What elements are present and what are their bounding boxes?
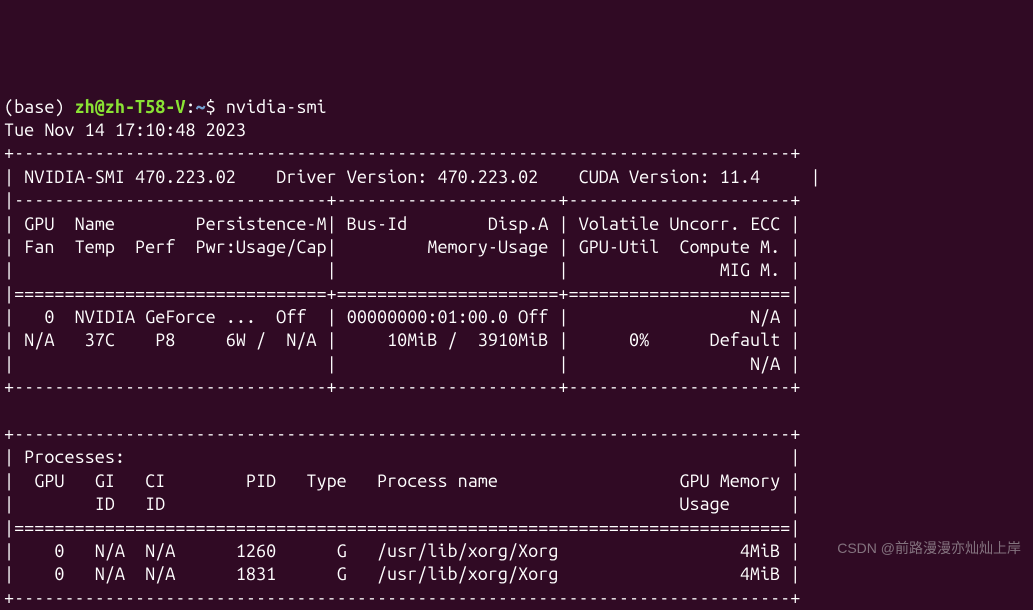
col-blank2: [337, 260, 559, 280]
gpu-memory: 10MiB / 3910MiB: [337, 330, 559, 350]
smi-version: NVIDIA-SMI 470.223.02: [24, 167, 236, 187]
gpu-row1: | 0 NVIDIA GeForce ... Off | 00000000:01…: [4, 307, 800, 327]
col-header-row1: | GPU Name Persistence-M| Bus-Id Disp.A …: [4, 214, 800, 234]
border-mid: |-------------------------------+-------…: [4, 190, 800, 210]
col-header-row3: | | | MIG M. |: [4, 260, 800, 280]
proc-header2: ID ID Usage: [14, 494, 790, 514]
gpu-blank1: [14, 354, 326, 374]
proc1: 0 N/A N/A 1260 G /usr/lib/xorg/Xorg 4MiB: [14, 541, 790, 561]
timestamp-line: Tue Nov 14 17:10:48 2023: [4, 120, 246, 140]
proc-header-row1: | GPU GI CI PID Type Process name GPU Me…: [4, 471, 800, 491]
gpu-id-name: 0 NVIDIA GeForce ... Off: [14, 307, 326, 327]
gpu-mig: N/A: [569, 354, 791, 374]
gpu-ecc: N/A: [569, 307, 791, 327]
gpu-row3: | | | N/A |: [4, 354, 800, 374]
driver-version: Driver Version: 470.223.02: [276, 167, 538, 187]
col-header-row2: | Fan Temp Perf Pwr:Usage/Cap| Memory-Us…: [4, 237, 800, 257]
col-gpu-name: GPU Name Persistence-M: [14, 214, 326, 234]
user-host: zh@zh-T58-V: [75, 97, 186, 117]
col-blank1: [14, 260, 326, 280]
header-row: | NVIDIA-SMI 470.223.02 Driver Version: …: [4, 167, 821, 187]
process-row-1: | 0 N/A N/A 1260 G /usr/lib/xorg/Xorg 4M…: [4, 541, 800, 561]
colon: :: [185, 97, 195, 117]
gpu-blank2: [337, 354, 559, 374]
gpu-busid: 00000000:01:00.0 Off: [337, 307, 559, 327]
border-eq1: |=======================================…: [4, 518, 800, 538]
cuda-version: CUDA Version: 11.4: [579, 167, 760, 187]
col-busid: Bus-Id Disp.A: [337, 214, 559, 234]
col-memory: Memory-Usage: [337, 237, 559, 257]
border-top2: +---------------------------------------…: [4, 424, 800, 444]
border-bottom: +---------------------------------------…: [4, 588, 800, 608]
cwd-path: ~: [196, 97, 206, 117]
watermark: CSDN @前路漫漫亦灿灿上岸: [837, 539, 1021, 557]
gpu-util: 0% Default: [569, 330, 791, 350]
proc-header1: GPU GI CI PID Type Process name GPU Memo…: [14, 471, 790, 491]
col-mig: MIG M.: [569, 260, 791, 280]
processes-title: Processes:: [14, 447, 125, 467]
proc-header-row2: | ID ID Usage |: [4, 494, 800, 514]
border-eq3: |===============================+=======…: [4, 284, 800, 304]
blank-line: [4, 401, 800, 421]
command-input[interactable]: nvidia-smi: [226, 97, 327, 117]
shell-prompt[interactable]: (base) zh@zh-T58-V:~$ nvidia-smi: [4, 97, 327, 117]
border-top: +---------------------------------------…: [4, 143, 800, 163]
proc2: 0 N/A N/A 1831 G /usr/lib/xorg/Xorg 4MiB: [14, 564, 790, 584]
col-fan-temp: Fan Temp Perf Pwr:Usage/Cap: [14, 237, 326, 257]
col-util: GPU-Util Compute M.: [569, 237, 791, 257]
prompt-symbol: $: [206, 97, 226, 117]
gpu-fan-temp: N/A 37C P8 6W / N/A: [14, 330, 326, 350]
col-ecc: Volatile Uncorr. ECC: [569, 214, 791, 234]
processes-title-row: | Processes: |: [4, 447, 800, 467]
border-bot3: +-------------------------------+-------…: [4, 377, 800, 397]
process-row-2: | 0 N/A N/A 1831 G /usr/lib/xorg/Xorg 4M…: [4, 564, 800, 584]
conda-env: (base): [4, 97, 75, 117]
gpu-row2: | N/A 37C P8 6W / N/A | 10MiB / 3910MiB …: [4, 330, 800, 350]
